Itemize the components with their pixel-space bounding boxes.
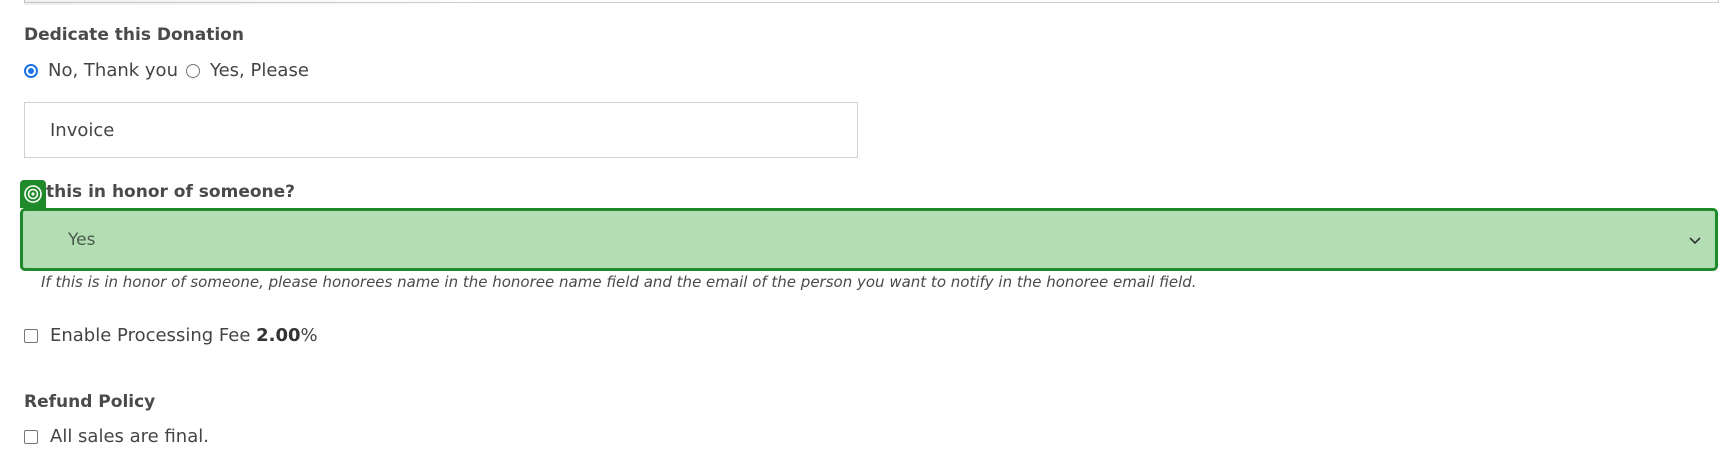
processing-fee-label[interactable]: Enable Processing Fee 2.00% xyxy=(50,325,318,346)
radio-no-thank-you-label[interactable]: No, Thank you xyxy=(48,60,178,81)
invoice-field-value: Invoice xyxy=(50,119,115,141)
honor-select-value: Yes xyxy=(68,229,96,250)
honor-select[interactable]: Yes xyxy=(20,208,1718,271)
refund-heading: Refund Policy xyxy=(24,392,156,412)
processing-fee-row: Enable Processing Fee 2.00% xyxy=(24,325,318,346)
honor-help-text: If this is in honor of someone, please h… xyxy=(41,273,1197,291)
processing-fee-unit: % xyxy=(300,325,318,346)
processing-fee-checkbox[interactable] xyxy=(24,328,38,343)
refund-checkbox[interactable] xyxy=(24,429,38,444)
scroll-shadow xyxy=(24,0,524,5)
dedicate-heading: Dedicate this Donation xyxy=(24,25,244,45)
radio-yes-please-label[interactable]: Yes, Please xyxy=(210,60,309,81)
radio-no-thank-you[interactable] xyxy=(24,63,38,78)
invoice-field[interactable]: Invoice xyxy=(24,102,858,158)
donation-form: Dedicate this Donation No, Thank you Yes… xyxy=(0,0,1727,459)
chevron-down-icon xyxy=(1689,236,1701,244)
honor-question-label: this in honor of someone? xyxy=(46,182,296,202)
processing-fee-label-text: Enable Processing Fee xyxy=(50,325,251,346)
target-icon xyxy=(20,180,46,208)
refund-row: All sales are final. xyxy=(24,426,209,447)
processing-fee-value: 2.00 xyxy=(256,325,301,346)
dedicate-radio-group: No, Thank you Yes, Please xyxy=(24,60,317,81)
radio-yes-please[interactable] xyxy=(185,63,200,78)
refund-checkbox-label[interactable]: All sales are final. xyxy=(50,426,209,447)
